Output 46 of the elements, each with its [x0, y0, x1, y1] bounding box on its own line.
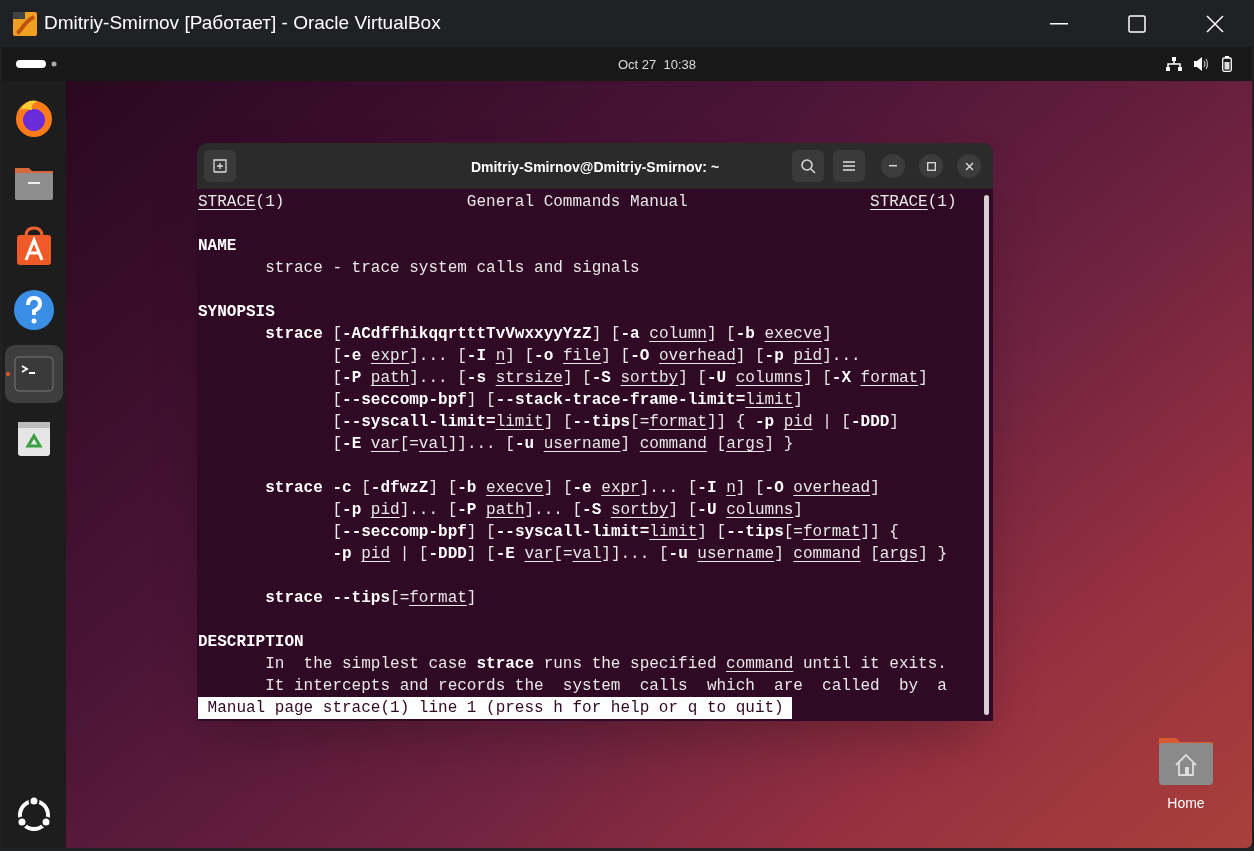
- search-icon: [800, 158, 816, 174]
- minimize-icon: [1050, 22, 1068, 25]
- network-icon[interactable]: [1166, 57, 1182, 71]
- new-tab-icon: [213, 159, 227, 173]
- man-page-line: [-p pid]... [-P path]... [-S sortby] [-U columns]: [332, 500, 803, 521]
- maximize-button[interactable]: [919, 154, 943, 178]
- man-page-line: strace --tips[=format]: [265, 588, 477, 609]
- man-page-line: strace -c [-dfwzZ] [-b execve] [-e expr]... [-I n] [-O overhead]: [265, 478, 880, 499]
- scrollbar[interactable]: [984, 195, 989, 715]
- man-page-line: strace [-ACdffhikqqrtttTvVwxxyyYzZ] [-a column] [-b execve]: [265, 324, 832, 345]
- man-page-line: [--syscall-limit=limit] [--tips[=format]] { -p pid | [-DDD]: [332, 412, 899, 433]
- new-tab-button[interactable]: [204, 150, 236, 182]
- close-icon: [964, 161, 974, 171]
- man-page-line: In the simplest case strace runs the specified command until it exits.: [265, 654, 947, 675]
- man-page-line: NAME: [198, 236, 237, 257]
- home-folder-icon[interactable]: [1158, 735, 1214, 785]
- minimize-button[interactable]: [881, 154, 905, 178]
- clock[interactable]: Oct 27 10:38: [618, 55, 697, 75]
- man-page-line: DESCRIPTION: [198, 632, 304, 653]
- window-title: Dmitriy-Smirnov [Работает] - Oracle VirtualBox: [44, 11, 441, 36]
- man-page-line: It intercepts and records the system calls which are called by a: [265, 676, 947, 697]
- running-indicator-icon: [6, 372, 10, 376]
- man-page-line: STRACE(1) General Commands Manual STRACE(1): [198, 192, 957, 213]
- man-page-line: [-P path]... [-s strsize] [-S sortby] [-U columns] [-X format]: [332, 368, 928, 389]
- man-page-line: -p pid | [-DDD] [-E var[=val]]... [-u username] command [args] }: [332, 544, 947, 565]
- close-button[interactable]: [957, 154, 981, 178]
- man-page-line: strace - trace system calls and signals: [265, 258, 640, 279]
- app-logo-icon: [12, 10, 38, 37]
- battery-icon[interactable]: [1222, 56, 1232, 72]
- search-button[interactable]: [792, 150, 824, 182]
- desktop-icon-label[interactable]: Home: [1167, 793, 1205, 814]
- help-icon: [12, 288, 56, 332]
- man-page-line: [-e expr]... [-I n] [-o file] [-O overhead] [-p pid]...: [332, 346, 861, 367]
- maximize-icon: [926, 161, 936, 171]
- maximize-icon: [1128, 14, 1146, 33]
- man-page-line: [--seccomp-bpf] [--syscall-limit=limit] [--tips[=format]] {: [332, 522, 899, 543]
- man-page-line: [-E var[=val]]... [-u username] command [args] }: [332, 434, 794, 455]
- minimize-icon: [889, 165, 897, 167]
- volume-icon[interactable]: [1194, 57, 1210, 71]
- menu-icon: [843, 161, 855, 171]
- menu-button[interactable]: [833, 150, 865, 182]
- terminal-title: Dmitriy-Smirnov@Dmitriy-Smirnov: ~: [470, 158, 720, 177]
- show-apps-icon[interactable]: [15, 796, 53, 834]
- man-page-line: [--seccomp-bpf] [--stack-trace-frame-limit=limit]: [332, 390, 803, 411]
- close-icon: [1206, 14, 1224, 33]
- man-page-line: SYNOPSIS: [198, 302, 275, 323]
